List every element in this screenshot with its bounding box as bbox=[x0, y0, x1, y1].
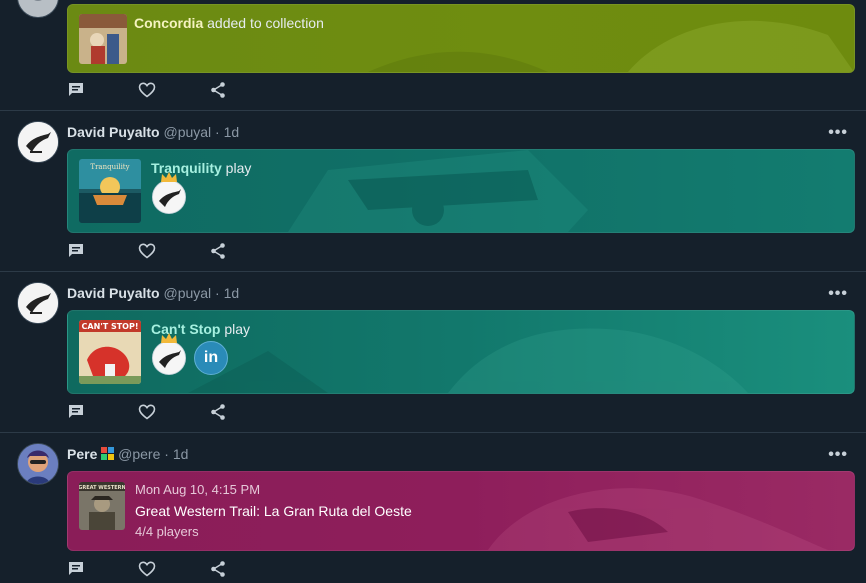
card-title: Concordia added to collection bbox=[134, 14, 324, 32]
comment-icon bbox=[69, 405, 83, 418]
share-button[interactable] bbox=[209, 403, 227, 421]
svg-text:Tranquility: Tranquility bbox=[90, 163, 129, 171]
heart-icon bbox=[138, 404, 156, 420]
card-title-suffix: play bbox=[221, 160, 252, 176]
comment-icon bbox=[69, 244, 83, 257]
like-button[interactable] bbox=[138, 403, 156, 421]
heart-icon bbox=[138, 561, 156, 577]
avatar[interactable] bbox=[17, 443, 59, 485]
post-time[interactable]: 1d bbox=[224, 285, 240, 301]
event-game-title[interactable]: Great Western Trail: La Gran Ruta del Oe… bbox=[135, 502, 412, 520]
share-icon bbox=[211, 404, 225, 420]
comment-button[interactable] bbox=[67, 81, 85, 99]
separator: · bbox=[211, 285, 224, 301]
share-button[interactable] bbox=[209, 242, 227, 260]
post-play: David Puyalto @puyal · 1d ••• CAN'T STOP… bbox=[0, 272, 866, 432]
player-avatar[interactable] bbox=[152, 172, 186, 214]
share-icon bbox=[211, 561, 225, 577]
crown-icon bbox=[161, 333, 177, 343]
post-play: David Puyalto @puyal · 1d ••• Tranquilit… bbox=[0, 111, 866, 271]
more-button[interactable]: ••• bbox=[828, 286, 848, 302]
post-time[interactable]: 1d bbox=[173, 446, 189, 462]
post-time[interactable]: 1d bbox=[224, 124, 240, 140]
comment-button[interactable] bbox=[67, 242, 85, 260]
post-event: Pere @pere · 1d ••• GREAT WESTERN Mon Au… bbox=[0, 433, 866, 583]
more-button[interactable]: ••• bbox=[828, 447, 848, 463]
crown-icon bbox=[161, 172, 177, 182]
author-handle[interactable]: @puyal bbox=[163, 124, 211, 140]
post-actions bbox=[67, 403, 237, 421]
share-icon bbox=[211, 82, 225, 98]
game-name[interactable]: Concordia bbox=[134, 15, 203, 31]
separator: · bbox=[211, 124, 224, 140]
card-title-suffix: added to collection bbox=[203, 15, 324, 31]
author-name[interactable]: David Puyalto bbox=[67, 285, 160, 301]
game-thumbnail[interactable] bbox=[79, 14, 127, 64]
like-button[interactable] bbox=[138, 242, 156, 260]
event-players: 4/4 players bbox=[135, 524, 199, 539]
post-actions bbox=[67, 560, 237, 578]
comment-button[interactable] bbox=[67, 403, 85, 421]
avatar[interactable] bbox=[17, 0, 59, 18]
event-date: Mon Aug 10, 4:15 PM bbox=[135, 482, 261, 497]
separator: · bbox=[160, 446, 173, 462]
avatar[interactable] bbox=[17, 121, 59, 163]
author-badge-icon bbox=[101, 446, 115, 460]
comment-icon bbox=[69, 562, 83, 575]
avatar[interactable] bbox=[17, 282, 59, 324]
post-header: Pere @pere · 1d bbox=[67, 445, 188, 463]
post-actions bbox=[67, 242, 237, 260]
game-thumbnail[interactable]: Tranquility bbox=[79, 159, 141, 223]
heart-icon bbox=[138, 243, 156, 259]
activity-card[interactable]: GREAT WESTERN Mon Aug 10, 4:15 PM Great … bbox=[67, 471, 855, 551]
share-button[interactable] bbox=[209, 560, 227, 578]
author-handle[interactable]: @puyal bbox=[163, 285, 211, 301]
player-avatar[interactable]: in bbox=[194, 341, 228, 375]
activity-card[interactable]: CAN'T STOP! Can't Stop play in bbox=[67, 310, 855, 394]
activity-card[interactable]: Tranquility Tranquility play bbox=[67, 149, 855, 233]
author-name[interactable]: David Puyalto bbox=[67, 124, 160, 140]
author-handle[interactable]: @pere bbox=[118, 446, 160, 462]
svg-text:CAN'T STOP!: CAN'T STOP! bbox=[82, 322, 139, 331]
share-icon bbox=[211, 243, 225, 259]
like-button[interactable] bbox=[138, 81, 156, 99]
comment-button[interactable] bbox=[67, 560, 85, 578]
heart-icon bbox=[138, 82, 156, 98]
post-collection: Concordia added to collection bbox=[0, 0, 866, 110]
game-thumbnail[interactable]: CAN'T STOP! bbox=[79, 320, 141, 384]
player-avatar[interactable] bbox=[152, 333, 186, 375]
like-button[interactable] bbox=[138, 560, 156, 578]
svg-text:GREAT WESTERN: GREAT WESTERN bbox=[79, 485, 125, 491]
activity-card[interactable]: Concordia added to collection bbox=[67, 4, 855, 73]
card-title-suffix: play bbox=[220, 321, 251, 337]
comment-icon bbox=[69, 83, 83, 96]
player-initials: in bbox=[194, 341, 228, 375]
post-header: David Puyalto @puyal · 1d bbox=[67, 123, 239, 141]
post-header: David Puyalto @puyal · 1d bbox=[67, 284, 239, 302]
author-name[interactable]: Pere bbox=[67, 446, 97, 462]
more-button[interactable]: ••• bbox=[828, 125, 848, 141]
game-thumbnail[interactable]: GREAT WESTERN bbox=[79, 482, 125, 530]
share-button[interactable] bbox=[209, 81, 227, 99]
post-actions bbox=[67, 81, 237, 99]
